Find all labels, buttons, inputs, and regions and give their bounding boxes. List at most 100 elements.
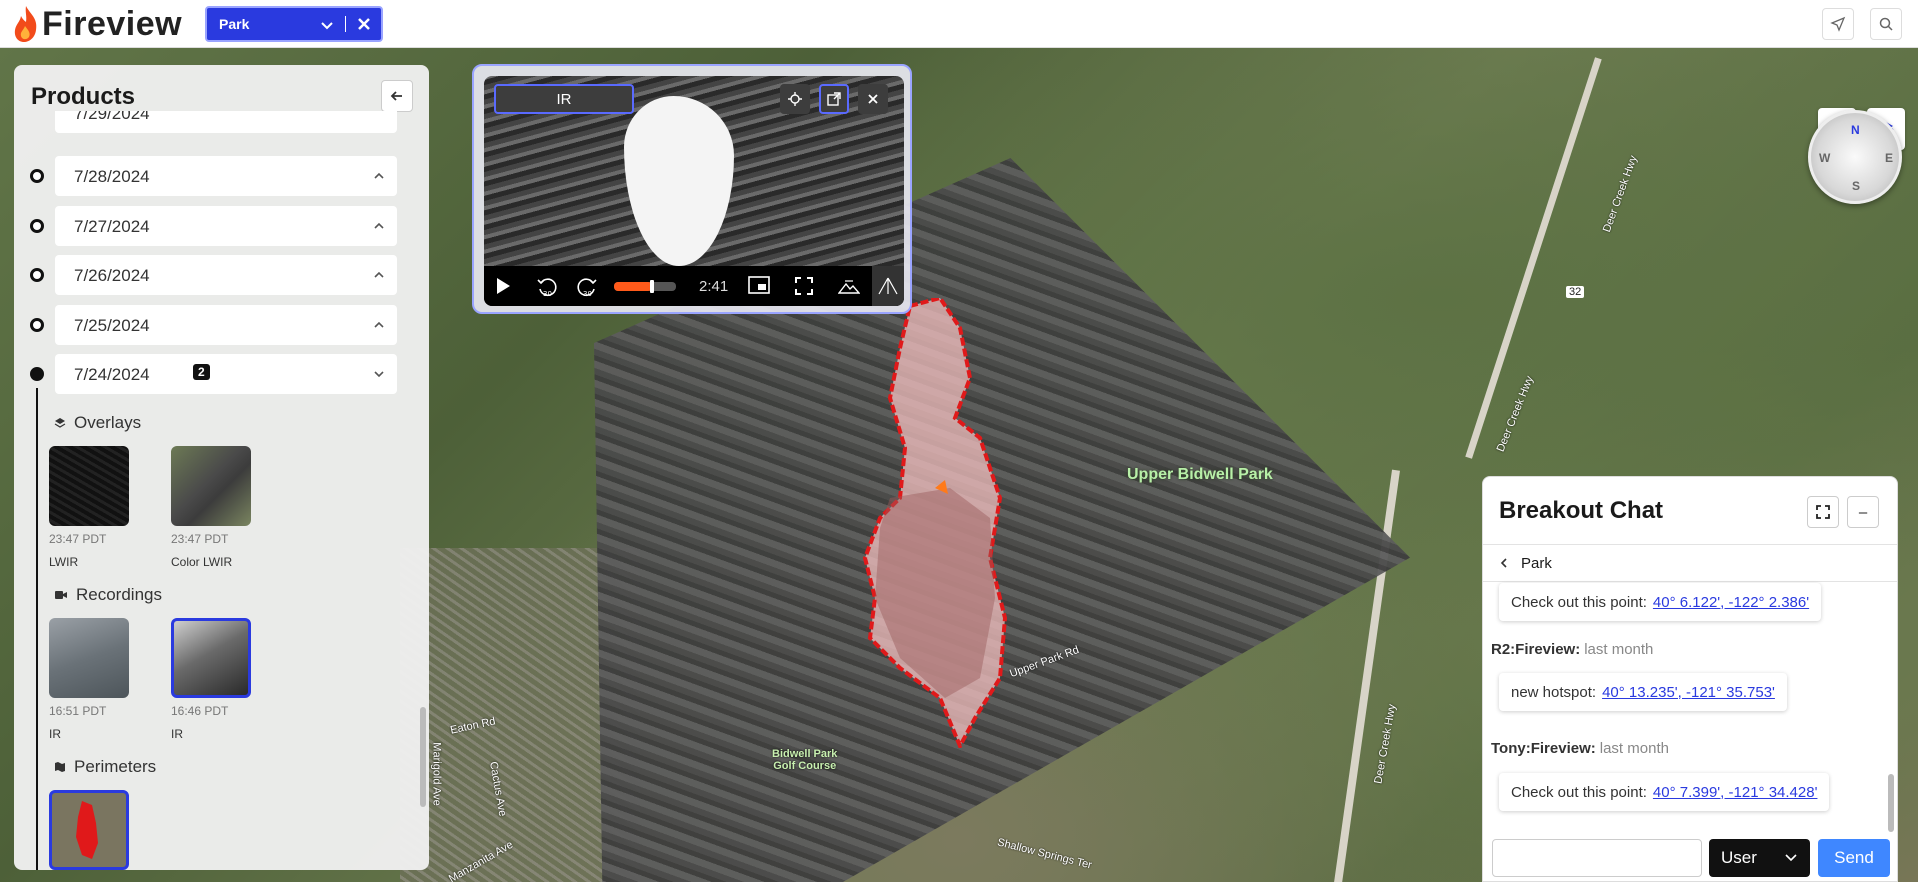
video-progress-knob[interactable] bbox=[650, 280, 655, 293]
chat-channel-name: Park bbox=[1521, 554, 1552, 572]
thumbnail-time: 16:51 PDT bbox=[49, 704, 107, 718]
minimize-chat-button[interactable]: – bbox=[1847, 496, 1879, 528]
overlay-thumbnail-color-lwir[interactable] bbox=[171, 446, 251, 526]
panel-scrollbar[interactable] bbox=[418, 125, 428, 865]
forward-30-button[interactable]: 30 bbox=[576, 276, 598, 298]
perimeter-thumbnail[interactable] bbox=[49, 790, 129, 870]
crosshair-icon bbox=[788, 92, 802, 106]
locate-arrow-icon bbox=[1830, 16, 1846, 32]
timeline-dot bbox=[30, 169, 44, 183]
expand-chat-button[interactable] bbox=[1807, 496, 1839, 528]
count-badge: 2 bbox=[193, 364, 210, 380]
thumbnail-time: 23:47 PDT bbox=[171, 532, 229, 546]
date-card[interactable]: 7/28/2024 bbox=[55, 156, 397, 196]
pip-icon bbox=[748, 276, 770, 294]
timeline-line bbox=[36, 388, 38, 870]
date-card[interactable]: 7/25/2024 bbox=[55, 305, 397, 345]
overlay-thumbnail-lwir[interactable] bbox=[49, 446, 129, 526]
date-card[interactable]: 7/29/2024 bbox=[55, 111, 397, 133]
map-icon bbox=[55, 762, 65, 772]
map-label-deer-creek-1: Deer Creek Hwy bbox=[1600, 154, 1640, 234]
coordinate-link[interactable]: 40° 13.235', -121° 35.753' bbox=[1602, 684, 1775, 701]
video-frame[interactable]: IR 30 30 2:41 bbox=[484, 76, 904, 306]
route-shield: 32 bbox=[1566, 286, 1585, 298]
chat-scrollbar-thumb[interactable] bbox=[1888, 774, 1894, 832]
video-player[interactable]: IR 30 30 2:41 bbox=[472, 64, 912, 314]
pip-button[interactable] bbox=[748, 276, 770, 294]
thumbnail-name: LWIR bbox=[49, 555, 79, 569]
terrain-icon bbox=[838, 280, 860, 294]
date-label: 7/29/2024 bbox=[74, 111, 150, 123]
date-row[interactable]: 7/28/2024 bbox=[14, 156, 409, 196]
chevron-left-icon[interactable] bbox=[1499, 557, 1509, 569]
forward-30-label: 30 bbox=[583, 290, 592, 298]
center-on-map-button[interactable] bbox=[780, 84, 810, 114]
measure-icon bbox=[878, 277, 898, 295]
date-row-expanded[interactable]: 7/24/2024 2 bbox=[14, 354, 409, 394]
chat-message-input[interactable] bbox=[1492, 839, 1702, 877]
collapse-panel-button[interactable] bbox=[381, 80, 413, 112]
timeline-dot bbox=[30, 318, 44, 332]
date-row[interactable]: 7/26/2024 bbox=[14, 255, 409, 295]
date-row[interactable]: 7/29/2024 bbox=[14, 111, 409, 133]
section-overlays: Overlays bbox=[54, 413, 141, 433]
map-label-shallow-springs: Shallow Springs Ter bbox=[995, 836, 1094, 872]
rewind-30-button[interactable]: 30 bbox=[536, 276, 558, 298]
chat-message-bubble: Check out this point: 40° 7.399', -121° … bbox=[1499, 773, 1830, 811]
video-progress-fill bbox=[614, 282, 653, 291]
forward-30-icon: 30 bbox=[577, 278, 597, 298]
video-time: 2:41 bbox=[699, 278, 729, 295]
chat-message-bubble: new hotspot: 40° 13.235', -121° 35.753' bbox=[1499, 673, 1787, 711]
compass[interactable]: N S E W bbox=[1808, 110, 1902, 204]
map-label-deer-creek-3: Deer Creek Hwy bbox=[1372, 703, 1399, 785]
fire-selector[interactable]: Park bbox=[205, 6, 383, 42]
coordinate-link[interactable]: 40° 7.399', -121° 34.428' bbox=[1653, 784, 1818, 801]
section-recordings: Recordings bbox=[54, 585, 162, 605]
date-label: 7/27/2024 bbox=[74, 217, 150, 236]
recording-thumbnail-selected[interactable] bbox=[171, 618, 251, 698]
coordinate-link[interactable]: 40° 6.122', -122° 2.386' bbox=[1653, 594, 1809, 611]
measure-button[interactable] bbox=[872, 266, 904, 306]
fire-perimeter[interactable] bbox=[860, 298, 1060, 748]
date-card[interactable]: 7/26/2024 bbox=[55, 255, 397, 295]
video-controls: 30 30 2:41 bbox=[484, 266, 904, 306]
message-time: last month bbox=[1599, 740, 1669, 757]
fullscreen-button[interactable] bbox=[794, 276, 814, 296]
locate-button[interactable] bbox=[1822, 8, 1854, 40]
message-author: R2:Fireview: bbox=[1491, 641, 1581, 658]
scrollbar-thumb[interactable] bbox=[420, 707, 426, 807]
date-card[interactable]: 7/24/2024 2 bbox=[55, 354, 397, 394]
thumbnail-time: 16:46 PDT bbox=[171, 704, 229, 718]
app-logo[interactable]: Fireview bbox=[12, 4, 182, 44]
chevron-down-icon bbox=[1785, 854, 1797, 862]
message-author-row: R2:Fireview: last month bbox=[1491, 641, 1653, 658]
date-label: 7/24/2024 bbox=[74, 365, 150, 384]
close-video-button[interactable] bbox=[858, 84, 888, 114]
chevron-up-icon bbox=[374, 321, 384, 328]
chat-scrollbar[interactable] bbox=[1887, 582, 1895, 832]
chevron-down-icon[interactable] bbox=[319, 17, 335, 33]
play-button[interactable] bbox=[494, 276, 512, 296]
message-text: new hotspot: bbox=[1511, 683, 1597, 701]
search-button[interactable] bbox=[1870, 8, 1902, 40]
perimeter-shape bbox=[76, 801, 98, 859]
minimize-icon: – bbox=[1858, 503, 1868, 521]
date-row[interactable]: 7/25/2024 bbox=[14, 305, 409, 345]
date-row[interactable]: 7/27/2024 bbox=[14, 206, 409, 246]
app-title: Fireview bbox=[42, 4, 183, 43]
close-icon bbox=[868, 94, 878, 104]
role-select-value: User bbox=[1721, 848, 1757, 867]
recording-thumbnail[interactable] bbox=[49, 618, 129, 698]
ir-mode-chip[interactable]: IR bbox=[494, 84, 634, 114]
video-progress-bar[interactable] bbox=[614, 280, 676, 293]
close-icon[interactable] bbox=[355, 15, 373, 33]
role-select[interactable]: User bbox=[1709, 839, 1810, 877]
popout-button[interactable] bbox=[819, 84, 849, 114]
chat-channel-bar[interactable]: Park bbox=[1483, 544, 1897, 582]
date-card[interactable]: 7/27/2024 bbox=[55, 206, 397, 246]
terrain-button[interactable] bbox=[838, 276, 860, 296]
message-author-row: Tony:Fireview: last month bbox=[1491, 740, 1669, 757]
send-button[interactable]: Send bbox=[1818, 839, 1890, 877]
video-hotspot-blob bbox=[624, 96, 734, 266]
thumbnail-name: IR bbox=[49, 727, 61, 741]
